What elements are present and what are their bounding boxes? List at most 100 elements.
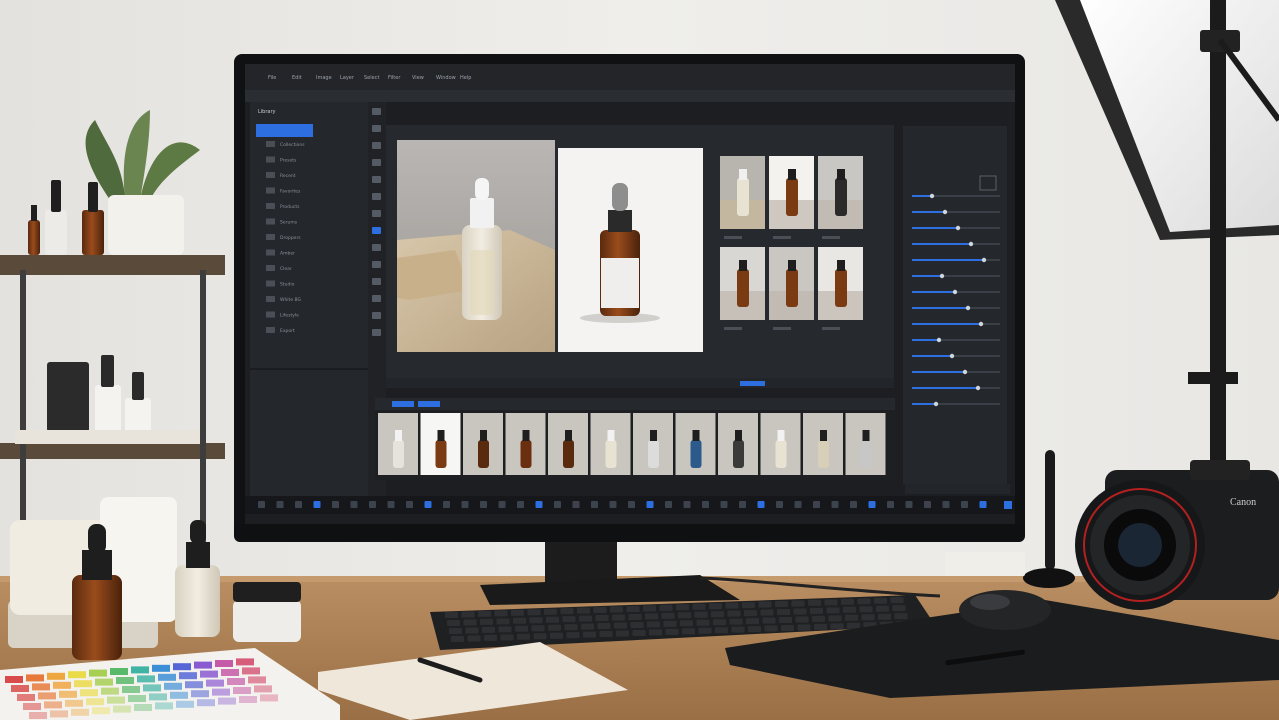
left-panel-item[interactable]: Collections xyxy=(280,142,305,148)
taskbar-icon[interactable] xyxy=(258,501,265,508)
slider-handle[interactable] xyxy=(936,337,942,343)
taskbar-icon[interactable] xyxy=(813,501,820,508)
menu-item[interactable]: File xyxy=(268,75,276,81)
menu-item[interactable]: Image xyxy=(316,75,332,81)
tool-icon[interactable] xyxy=(372,244,381,251)
mouse xyxy=(959,590,1051,630)
taskbar-icon[interactable] xyxy=(905,501,913,508)
taskbar-icon[interactable] xyxy=(683,501,691,508)
taskbar-icon[interactable] xyxy=(387,501,395,508)
menu-item[interactable]: Window xyxy=(436,75,456,81)
left-panel-item[interactable]: Recent xyxy=(280,173,296,179)
slider-handle[interactable] xyxy=(965,305,971,311)
camera-badge: Canon xyxy=(1230,497,1256,508)
folder-icon xyxy=(266,187,275,194)
taskbar-icon[interactable] xyxy=(831,501,839,508)
menu-item[interactable]: Filter xyxy=(388,75,401,81)
taskbar-icon[interactable] xyxy=(868,501,876,508)
menu-item[interactable]: Edit xyxy=(292,75,302,81)
tool-icon[interactable] xyxy=(372,227,381,234)
taskbar-icon[interactable] xyxy=(517,501,524,508)
tool-icon[interactable] xyxy=(372,125,381,132)
slider-handle[interactable] xyxy=(949,353,955,359)
taskbar-icon[interactable] xyxy=(739,501,746,508)
taskbar-icon[interactable] xyxy=(720,501,728,508)
taskbar-icon[interactable] xyxy=(665,501,672,508)
left-panel-item[interactable]: Droppers xyxy=(280,235,301,241)
menu-item[interactable]: Help xyxy=(460,75,471,81)
left-panel-item[interactable]: Products xyxy=(280,204,300,210)
taskbar-icon[interactable] xyxy=(406,501,413,508)
folder-icon xyxy=(266,203,275,209)
slider-handle[interactable] xyxy=(952,289,958,295)
tool-icon[interactable] xyxy=(372,312,381,319)
slider-handle[interactable] xyxy=(939,273,945,279)
slider-handle[interactable] xyxy=(975,385,981,391)
taskbar-icon[interactable] xyxy=(887,501,894,508)
taskbar-icon[interactable] xyxy=(276,501,284,508)
tool-icon[interactable] xyxy=(372,261,381,268)
taskbar-icon[interactable] xyxy=(295,501,302,508)
folder-icon xyxy=(266,156,275,163)
slider-handle[interactable] xyxy=(981,257,987,263)
taskbar-icon[interactable] xyxy=(924,501,931,508)
menu-item[interactable]: Select xyxy=(364,75,379,81)
slider-handle[interactable] xyxy=(978,321,984,327)
tool-icon[interactable] xyxy=(372,159,381,166)
taskbar-icon[interactable] xyxy=(794,501,802,508)
slider-handle[interactable] xyxy=(929,193,935,199)
tool-icon[interactable] xyxy=(372,329,381,336)
taskbar-icon[interactable] xyxy=(646,501,654,508)
taskbar-icon[interactable] xyxy=(369,501,376,508)
taskbar-icon[interactable] xyxy=(498,501,506,508)
slider-handle[interactable] xyxy=(933,401,939,407)
folder-icon xyxy=(266,311,275,318)
slider-handle[interactable] xyxy=(955,225,961,231)
taskbar-icon[interactable] xyxy=(961,501,968,508)
left-panel-item[interactable]: Studio xyxy=(280,282,295,288)
left-panel-item[interactable]: White BG xyxy=(280,297,302,303)
tool-icon[interactable] xyxy=(372,108,381,115)
tool-icon[interactable] xyxy=(372,278,381,285)
slider-handle[interactable] xyxy=(968,241,974,247)
taskbar-icon[interactable] xyxy=(332,501,339,508)
tool-icon[interactable] xyxy=(372,142,381,149)
slider-handle[interactable] xyxy=(942,209,948,215)
left-panel-item[interactable]: Lifestyle xyxy=(280,313,299,319)
taskbar-icon[interactable] xyxy=(591,501,598,508)
taskbar-icon[interactable] xyxy=(757,501,765,508)
taskbar-icon[interactable] xyxy=(609,501,617,508)
camera: Canon xyxy=(1075,460,1279,610)
taskbar-icon[interactable] xyxy=(942,501,950,508)
taskbar-icon[interactable] xyxy=(461,501,469,508)
taskbar-icon[interactable] xyxy=(313,501,321,508)
left-panel-item[interactable]: Favorites xyxy=(280,189,301,195)
menu-item[interactable]: View xyxy=(412,75,424,81)
taskbar-icon[interactable] xyxy=(572,501,580,508)
slider-handle[interactable] xyxy=(962,369,968,375)
tool-icon[interactable] xyxy=(372,193,381,200)
folder-icon xyxy=(266,218,275,225)
taskbar-icon[interactable] xyxy=(480,501,487,508)
left-panel-item[interactable]: Serums xyxy=(280,220,298,226)
taskbar-icon[interactable] xyxy=(350,501,358,508)
taskbar-icon[interactable] xyxy=(443,501,450,508)
taskbar-icon[interactable] xyxy=(554,501,561,508)
taskbar-icon[interactable] xyxy=(776,501,783,508)
tool-icon[interactable] xyxy=(372,176,381,183)
menu-item[interactable]: Layer xyxy=(340,75,355,81)
tool-icon[interactable] xyxy=(372,210,381,217)
taskbar-icon[interactable] xyxy=(850,501,857,508)
tool-icon[interactable] xyxy=(372,295,381,302)
taskbar-icon[interactable] xyxy=(979,501,987,508)
left-panel-item[interactable]: Amber xyxy=(280,251,295,257)
taskbar-icon[interactable] xyxy=(628,501,635,508)
left-panel-item[interactable]: Presets xyxy=(280,158,297,164)
folder-icon xyxy=(266,249,275,256)
taskbar-icon[interactable] xyxy=(702,501,709,508)
folder-icon xyxy=(266,141,275,147)
left-panel-item[interactable]: Clear xyxy=(280,266,292,272)
left-panel-item[interactable]: Export xyxy=(280,328,295,334)
taskbar-icon[interactable] xyxy=(535,501,543,508)
taskbar-icon[interactable] xyxy=(424,501,432,508)
